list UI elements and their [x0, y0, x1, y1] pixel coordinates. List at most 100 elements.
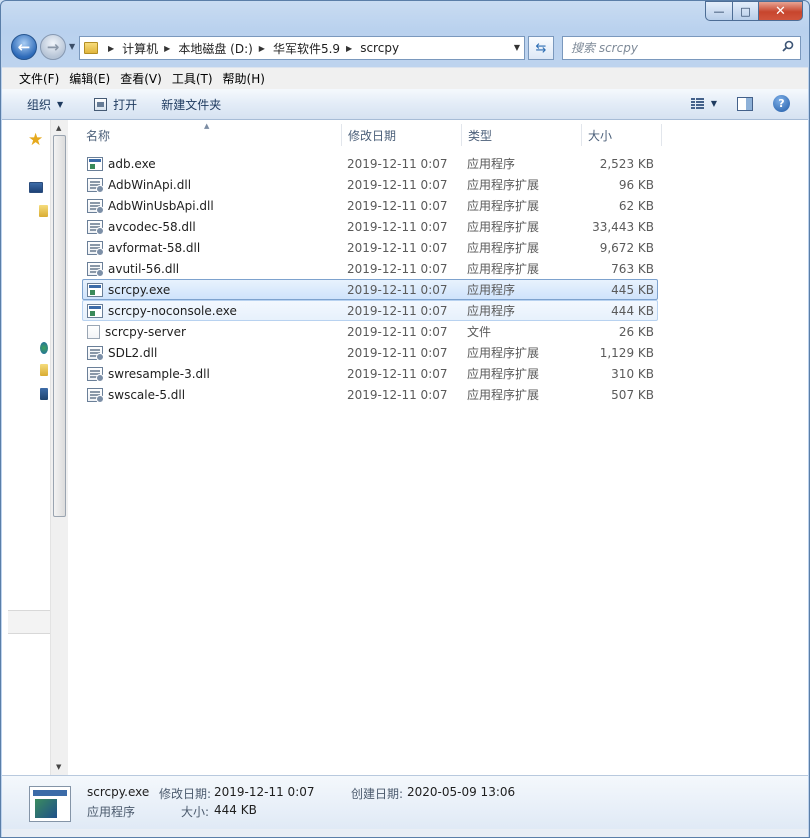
details-created-label: 创建日期: [351, 787, 404, 801]
scrollbar-thumb[interactable] [53, 135, 66, 517]
chevron-right-icon[interactable]: ▶ [259, 44, 265, 53]
file-name-cell[interactable]: AdbWinUsbApi.dll [83, 198, 342, 214]
back-arrow-icon: ← [17, 38, 31, 56]
favorites-star-icon[interactable]: ★ [28, 130, 43, 150]
column-header-name[interactable]: 名称 ▲ [80, 122, 342, 146]
file-row[interactable]: swscale-5.dll 2019-12-11 0:07 应用程序扩展 507 KB [82, 384, 658, 405]
dll-icon [87, 366, 104, 382]
file-name: scrcpy.exe [108, 282, 171, 297]
preview-pane-icon[interactable] [737, 96, 753, 111]
breadcrumb-drive-d[interactable]: 本地磁盘 (D:) ▶ [178, 40, 273, 57]
minimize-icon: — [713, 4, 725, 18]
homegroup-icon[interactable] [40, 342, 48, 354]
file-name-cell[interactable]: scrcpy-noconsole.exe [83, 303, 342, 318]
breadcrumb-scrcpy[interactable]: scrcpy [360, 41, 399, 55]
file-date: 2019-12-11 0:07 [347, 366, 448, 381]
menu-tools[interactable]: 工具(T) [167, 70, 218, 87]
search-input[interactable] [571, 37, 771, 59]
nav-pane-splitter[interactable] [8, 610, 50, 634]
file-row[interactable]: scrcpy.exe 2019-12-11 0:07 应用程序 445 KB [82, 279, 658, 300]
view-options-dropdown-icon[interactable]: ▼ [711, 99, 717, 108]
network-icon[interactable] [40, 388, 48, 400]
column-size-label: 大小 [588, 128, 613, 143]
file-row[interactable]: SDL2.dll 2019-12-11 0:07 应用程序扩展 1,129 KB [82, 342, 658, 363]
file-name-cell[interactable]: adb.exe [83, 156, 342, 171]
chevron-right-icon[interactable]: ▶ [346, 44, 352, 53]
file-icon [87, 324, 100, 339]
forward-button[interactable]: → [40, 34, 66, 60]
file-name-cell[interactable]: swscale-5.dll [83, 387, 342, 403]
breadcrumb-separator-icon[interactable]: ▶ [102, 44, 122, 53]
open-button[interactable]: 打开 [94, 96, 137, 113]
navigation-pane: ★ [2, 120, 50, 775]
column-header-size[interactable]: 大小 [582, 124, 662, 146]
menu-help[interactable]: 帮助(H) [218, 70, 270, 87]
file-size: 33,443 KB [592, 219, 654, 234]
file-row[interactable]: avutil-56.dll 2019-12-11 0:07 应用程序扩展 763 KB [82, 258, 658, 279]
file-name: AdbWinUsbApi.dll [108, 198, 214, 213]
change-view-icon[interactable] [690, 97, 705, 110]
details-created-value: 2020-05-09 13:06 [407, 785, 516, 799]
column-header-date[interactable]: 修改日期 [342, 124, 462, 146]
file-row[interactable]: adb.exe 2019-12-11 0:07 应用程序 2,523 KB [82, 153, 658, 174]
chevron-right-icon[interactable]: ▶ [164, 44, 170, 53]
file-row[interactable]: AdbWinApi.dll 2019-12-11 0:07 应用程序扩展 96 KB [82, 174, 658, 195]
file-name-cell[interactable]: avutil-56.dll [83, 261, 342, 277]
open-icon [94, 97, 108, 111]
nav-pane-scrollbar[interactable]: ▲ ▼ [50, 120, 68, 775]
dll-icon [87, 387, 104, 403]
file-row[interactable]: scrcpy-server 2019-12-11 0:07 文件 26 KB [82, 321, 658, 342]
file-size: 444 KB [611, 303, 654, 318]
new-folder-button[interactable]: 新建文件夹 [161, 96, 221, 113]
column-headers: 名称 ▲ 修改日期 类型 大小 [80, 122, 662, 146]
file-name-cell[interactable]: scrcpy-server [83, 324, 342, 339]
breadcrumb-huajun[interactable]: 华军软件5.9 ▶ [273, 40, 360, 57]
selected-file-large-icon [29, 786, 71, 822]
file-date: 2019-12-11 0:07 [347, 177, 448, 192]
dll-icon [87, 240, 104, 256]
file-name-cell[interactable]: avformat-58.dll [83, 240, 342, 256]
menu-edit[interactable]: 编辑(E) [64, 70, 115, 87]
file-name-cell[interactable]: scrcpy.exe [83, 282, 342, 297]
maximize-button[interactable]: □ [732, 1, 758, 21]
menu-file[interactable]: 文件(F) [2, 70, 64, 87]
address-bar[interactable]: ▶ 计算机 ▶ 本地磁盘 (D:) ▶ 华军软件5.9 ▶ scrcpy ▼ [79, 36, 525, 60]
help-button[interactable]: ? [773, 95, 790, 112]
minimize-button[interactable]: — [705, 1, 732, 21]
file-name-cell[interactable]: AdbWinApi.dll [83, 177, 342, 193]
search-box[interactable] [562, 36, 801, 60]
libraries-icon[interactable] [39, 205, 48, 217]
file-name-cell[interactable]: swresample-3.dll [83, 366, 342, 382]
file-name-cell[interactable]: SDL2.dll [83, 345, 342, 361]
recent-pages-dropdown-icon[interactable]: ▼ [69, 42, 75, 51]
refresh-button[interactable]: ⇆ [528, 36, 554, 60]
details-size-value: 444 KB [214, 803, 257, 817]
file-name: SDL2.dll [108, 345, 158, 360]
back-button[interactable]: ← [11, 34, 37, 60]
menu-view[interactable]: 查看(V) [115, 70, 167, 87]
desktop-icon[interactable] [29, 182, 43, 193]
search-icon[interactable] [782, 40, 794, 52]
file-row[interactable]: AdbWinUsbApi.dll 2019-12-11 0:07 应用程序扩展 62 … [82, 195, 658, 216]
file-type: 应用程序扩展 [467, 220, 540, 234]
column-header-type[interactable]: 类型 [462, 124, 582, 146]
file-name-cell[interactable]: avcodec-58.dll [83, 219, 342, 235]
caption-buttons: — □ ✕ [705, 1, 803, 21]
close-button[interactable]: ✕ [758, 1, 803, 21]
organize-button[interactable]: 组织 ▼ [27, 96, 63, 113]
file-size: 9,672 KB [599, 240, 654, 255]
file-row[interactable]: swresample-3.dll 2019-12-11 0:07 应用程序扩展 310… [82, 363, 658, 384]
computer-icon[interactable] [40, 364, 48, 376]
breadcrumb-label: scrcpy [360, 41, 400, 55]
scroll-down-arrow-icon[interactable]: ▼ [56, 763, 61, 771]
file-row[interactable]: avformat-58.dll 2019-12-11 0:07 应用程序扩展 9,67… [82, 237, 658, 258]
file-row[interactable]: scrcpy-noconsole.exe 2019-12-11 0:07 应用程序 4… [82, 300, 658, 321]
file-row[interactable]: avcodec-58.dll 2019-12-11 0:07 应用程序扩展 33,44… [82, 216, 658, 237]
address-dropdown-icon[interactable]: ▼ [514, 43, 520, 52]
breadcrumb-computer[interactable]: 计算机 ▶ [122, 40, 178, 57]
scroll-up-arrow-icon[interactable]: ▲ [56, 124, 61, 132]
file-type: 应用程序 [467, 157, 516, 171]
file-list: 名称 ▲ 修改日期 类型 大小 adb.exe 2019-12-11 0:07 应用… [68, 120, 808, 775]
status-bar [2, 829, 808, 837]
file-date: 2019-12-11 0:07 [347, 219, 448, 234]
